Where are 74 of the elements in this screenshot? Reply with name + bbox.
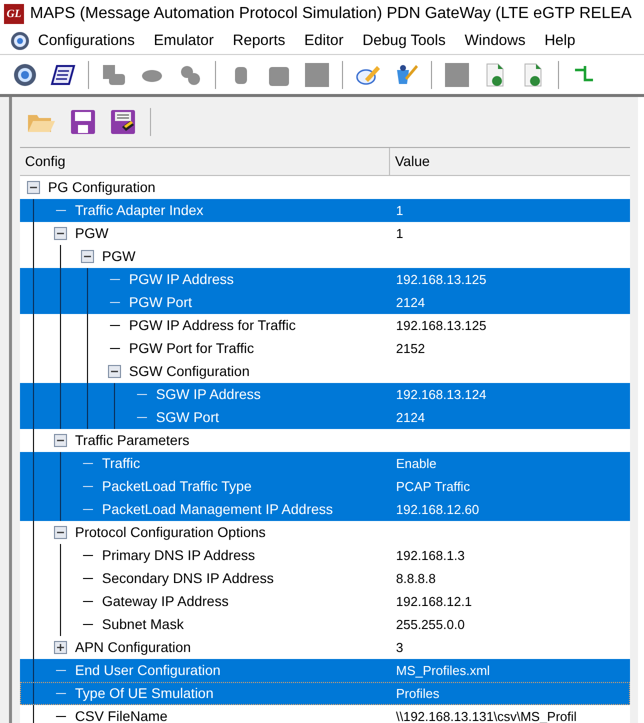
value-text: 2124 (395, 294, 425, 312)
collapse-icon[interactable] (108, 365, 121, 378)
config-label: CSV FileName (74, 707, 168, 723)
value-text: 3 (395, 638, 404, 657)
config-label: Traffic Parameters (74, 431, 190, 450)
config-label: PGW (101, 247, 136, 266)
value-text: 192.168.13.125 (395, 270, 486, 289)
collapse-icon[interactable] (54, 434, 67, 447)
config-label: Primary DNS IP Address (101, 546, 256, 565)
app-logo: GL (4, 4, 24, 24)
config-label: PGW IP Address for Traffic (128, 316, 296, 335)
tree-row[interactable]: SGW Port 2124 (20, 406, 630, 429)
value-text: 8.8.8.8 (395, 570, 436, 588)
tree-row[interactable]: PacketLoad Management IP Address 192.168.12.60 (20, 498, 630, 521)
tree-row[interactable]: End User Configuration MS_Profiles.xml (20, 659, 630, 682)
menu-item[interactable]: Windows (464, 30, 526, 52)
menu-item[interactable]: Configurations (38, 30, 135, 52)
value-text: 2124 (395, 408, 425, 427)
tree-row[interactable]: Type Of UE Smulation Profiles (20, 682, 630, 705)
config-label: PG Configuration (47, 178, 156, 197)
config-label: PGW (74, 224, 108, 243)
menu-item[interactable]: Editor (304, 30, 344, 52)
menu-item[interactable]: Help (544, 30, 576, 52)
config-label: APN Configuration (74, 638, 191, 657)
value-text: Enable (395, 454, 436, 473)
value-text: 1 (395, 202, 404, 220)
config-label: PGW Port (128, 293, 192, 312)
tree-row[interactable]: Traffic Adapter Index 1 (20, 199, 630, 222)
config-label: SGW Configuration (128, 362, 250, 381)
config-label: PacketLoad Traffic Type (101, 477, 252, 496)
config-label: SGW Port (155, 408, 220, 427)
value-text: 192.168.13.124 (395, 386, 486, 404)
config-label: Type Of UE Smulation (74, 684, 214, 703)
value-text: 192.168.12.60 (395, 500, 480, 519)
config-label: PacketLoad Management IP Address (101, 500, 333, 519)
tree-row[interactable]: Traffic Enable (20, 452, 630, 475)
config-label: Gateway IP Address (101, 592, 229, 611)
config-label: SGW IP Address (155, 385, 261, 404)
config-label: Traffic (101, 454, 140, 473)
value-text: Profiles (395, 684, 440, 703)
value-text: 192.168.12.1 (395, 592, 472, 611)
tree-row[interactable]: PacketLoad Traffic Type PCAP Traffic (20, 475, 630, 498)
config-label: PGW IP Address (128, 270, 234, 289)
tree-row[interactable]: SGW IP Address 192.168.13.124 (20, 383, 630, 406)
value-text: 192.168.1.3 (395, 546, 465, 565)
menu-item[interactable]: Reports (232, 30, 286, 52)
window-title: MAPS (Message Automation Protocol Simulation) PDN GateWay (LTE eGTP RELEA (30, 4, 632, 24)
value-text: 255.255.0.0 (395, 616, 465, 634)
value-text: 2152 (395, 340, 425, 358)
column-header[interactable]: Config (20, 148, 390, 175)
tree-row[interactable]: PGW Port 2124 (20, 291, 630, 314)
tree-row[interactable]: PGW IP Address 192.168.13.125 (20, 268, 630, 291)
collapse-icon[interactable] (27, 181, 40, 194)
value-text: PCAP Traffic (395, 478, 470, 496)
config-label: Protocol Configuration Options (74, 523, 266, 542)
config-label: PGW Port for Traffic (128, 339, 254, 358)
value-text: MS_Profiles.xml (395, 662, 490, 680)
value-text: 192.168.13.125 (395, 316, 486, 335)
column-header[interactable]: Value (390, 148, 630, 175)
expand-icon[interactable] (54, 641, 67, 654)
config-label: Traffic Adapter Index (74, 201, 204, 220)
value-text: \\192.168.13.131\csv\MS_Profil (395, 708, 577, 723)
gear-icon[interactable] (12, 62, 38, 88)
collapse-icon[interactable] (54, 227, 67, 240)
value-text: 1 (395, 224, 404, 243)
config-label: Secondary DNS IP Address (101, 569, 274, 588)
gear-icon[interactable] (10, 31, 30, 51)
collapse-icon[interactable] (81, 250, 94, 263)
config-label: Subnet Mask (101, 615, 184, 634)
menu-item[interactable]: Debug Tools (362, 30, 446, 52)
menu-item[interactable]: Emulator (154, 30, 214, 52)
collapse-icon[interactable] (54, 526, 67, 539)
floppy-disk-pencil-icon[interactable] (110, 109, 136, 135)
config-label: End User Configuration (74, 661, 221, 680)
